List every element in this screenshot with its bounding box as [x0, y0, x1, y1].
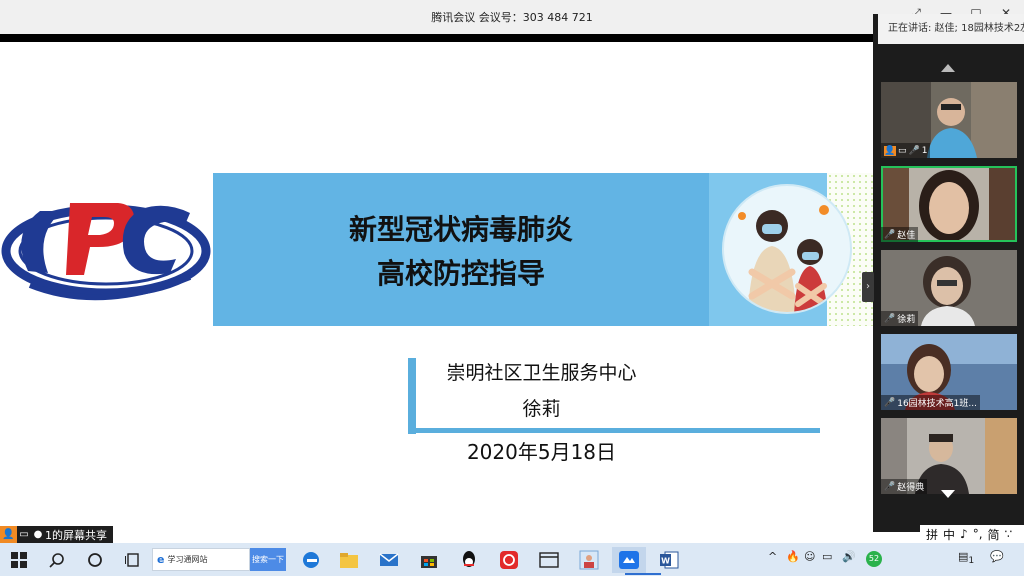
- battery-icon[interactable]: ▭: [822, 550, 832, 563]
- masked-children-illustration: [722, 184, 852, 314]
- ime-toolbar[interactable]: 拼 中 ♪ °, 简 ∵: [920, 525, 1024, 543]
- cdc-logo-icon: [1, 203, 211, 301]
- tray-expand-icon[interactable]: ^: [768, 550, 777, 563]
- cortana-icon[interactable]: [80, 547, 110, 573]
- svg-text:W: W: [661, 557, 670, 566]
- collapse-panel-button[interactable]: ›: [862, 272, 874, 302]
- video-tile[interactable]: 👤 ▭ 🎤 1: [881, 82, 1017, 158]
- mic-icon: 🎤: [908, 145, 920, 156]
- screen-icon: ▭: [19, 529, 29, 540]
- participant-name: 1: [921, 145, 928, 156]
- meeting-titlebar: 腾讯会议 会议号：303 484 721 ⤢ — □ ✕: [0, 0, 1024, 34]
- windows-start-icon[interactable]: [4, 547, 34, 573]
- qq-icon[interactable]: [454, 547, 484, 573]
- ime-more-icon[interactable]: ∵: [1005, 527, 1013, 541]
- taskbar-search-button[interactable]: 搜索一下: [250, 548, 286, 571]
- screen-share-badge[interactable]: 👤 ▭ ● 1的屏幕共享: [0, 526, 113, 543]
- notification-center-icon[interactable]: ▤1: [958, 550, 974, 566]
- search-icon[interactable]: [42, 547, 72, 573]
- cdc-logo: [0, 173, 213, 326]
- mic-icon: ●: [33, 529, 43, 540]
- masked-children-icon: [738, 205, 829, 312]
- active-app-underline: [625, 573, 661, 575]
- participant-name: 徐莉: [897, 315, 916, 325]
- slide-title-line2: 高校防控指导: [376, 257, 545, 290]
- subtitle-horizontal-line: [416, 428, 820, 433]
- store-icon[interactable]: [414, 547, 444, 573]
- ime-punctuation[interactable]: °,: [973, 527, 983, 541]
- tencent-meeting-icon[interactable]: [612, 547, 646, 573]
- tray-app-icon[interactable]: 🔥: [786, 550, 800, 563]
- speaking-indicator: 正在讲话: 赵佳; 18园林技术2左...: [878, 14, 1024, 44]
- participant-label: 👤 ▭ 🎤 1: [881, 143, 931, 158]
- participant-name: 16园林技术高1班...: [897, 399, 977, 409]
- tray-status-icon[interactable]: 52: [866, 551, 882, 567]
- video-tile-active[interactable]: 🎤 赵佳: [881, 166, 1017, 242]
- ime-mode-icon[interactable]: 拼: [926, 526, 938, 543]
- windows-taskbar: e 学习通网站 搜索一下 W ^ 🔥 ☺ ▭ 🔊 52 ▤1 💬: [0, 543, 1024, 576]
- tray-wechat-icon[interactable]: ☺: [804, 550, 815, 563]
- mic-icon: 🎤: [884, 481, 896, 492]
- slide-title-line1: 新型冠状病毒肺炎: [348, 213, 573, 246]
- volume-icon[interactable]: 🔊: [842, 550, 856, 563]
- app-root: 腾讯会议 会议号：303 484 721 ⤢ — □ ✕ 新型冠状病毒肺炎 高校…: [0, 0, 1024, 576]
- user-avatar-icon: 👤: [884, 145, 896, 156]
- scroll-down-icon[interactable]: [941, 490, 955, 498]
- mic-active-icon: 🎤: [884, 229, 896, 240]
- video-tile[interactable]: 🎤 徐莉: [881, 250, 1017, 326]
- screen-icon: ▭: [898, 145, 907, 156]
- organization-name: 崇明社区卫生服务中心: [446, 362, 637, 384]
- action-center-icon[interactable]: 💬: [990, 550, 1004, 563]
- mic-icon: 🎤: [884, 397, 896, 408]
- participant-label: 🎤 赵得典: [881, 479, 928, 494]
- user-avatar-icon: 👤: [0, 526, 17, 543]
- file-explorer-icon[interactable]: [334, 547, 364, 573]
- slide-title: 新型冠状病毒肺炎 高校防控指导: [213, 208, 709, 296]
- top-band: [0, 34, 878, 42]
- edge-icon[interactable]: [296, 547, 326, 573]
- taskbar-search-input[interactable]: e 学习通网站: [152, 548, 250, 571]
- meeting-title: 腾讯会议 会议号：303 484 721: [431, 11, 593, 24]
- taskbar-search-text: 学习通网站: [167, 555, 208, 564]
- screen-share-label: 1的屏幕共享: [45, 528, 107, 542]
- mail-icon[interactable]: [374, 547, 404, 573]
- presentation-date: 2020年5月18日: [466, 440, 617, 464]
- shared-slide: 新型冠状病毒肺炎 高校防控指导 崇明社区卫生服务中心 徐莉 2020年5月18日: [0, 42, 873, 532]
- notification-count: 1: [968, 555, 975, 567]
- participant-name: 赵佳: [897, 231, 916, 241]
- ie-icon: e: [157, 553, 165, 566]
- participant-name: 赵得典: [897, 483, 925, 493]
- video-tile[interactable]: 🎤 赵得典: [881, 418, 1017, 494]
- scroll-up-icon[interactable]: [941, 64, 955, 72]
- presenter-name: 徐莉: [522, 398, 561, 420]
- mic-icon: 🎤: [884, 313, 896, 324]
- word-icon[interactable]: W: [654, 547, 684, 573]
- task-view-icon[interactable]: [118, 547, 148, 573]
- video-tile[interactable]: 🎤 16园林技术高1班...: [881, 334, 1017, 410]
- ime-language[interactable]: 中: [943, 526, 955, 543]
- participant-label: 🎤 16园林技术高1班...: [881, 395, 980, 410]
- ime-moon-icon[interactable]: ♪: [960, 527, 968, 541]
- ime-simplified[interactable]: 简: [988, 526, 1000, 543]
- participant-label: 🎤 徐莉: [881, 311, 919, 326]
- participant-label: 🎤 赵佳: [881, 227, 919, 242]
- netease-music-icon[interactable]: [494, 547, 524, 573]
- window-app-icon[interactable]: [534, 547, 564, 573]
- image-app-icon[interactable]: [574, 547, 604, 573]
